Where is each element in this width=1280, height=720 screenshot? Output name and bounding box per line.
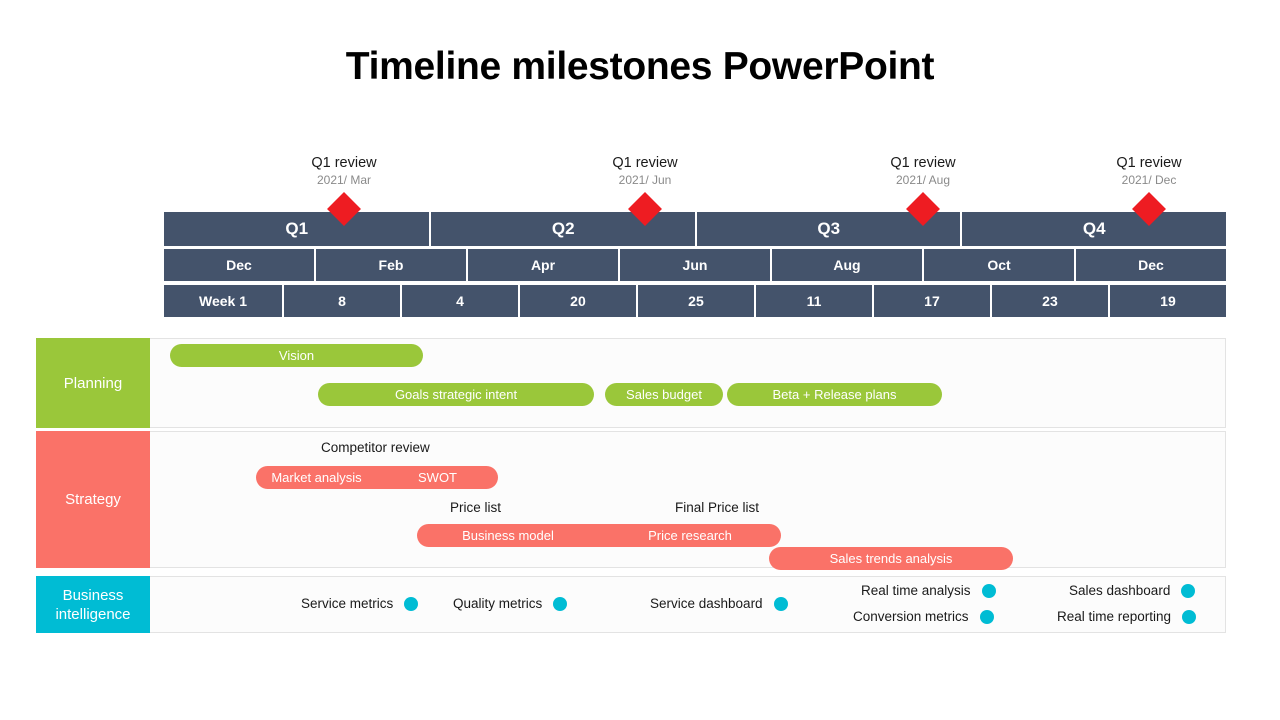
lane-body-planning: Vision Goals strategic intent Sales budget…	[150, 338, 1226, 428]
milestone-callout: Q1 review 2021/ Dec	[1064, 154, 1234, 188]
bi-metric-label: Real time analysis	[861, 583, 971, 598]
weeks-cell: 20	[519, 285, 636, 317]
page-title: Timeline milestones PowerPoint	[345, 45, 935, 88]
milestone-title: Q1 review	[1116, 155, 1182, 171]
months-cell: Apr	[468, 249, 618, 281]
task-bar-label: Sales trends analysis	[829, 551, 953, 566]
bi-metric-label: Sales dashboard	[1069, 583, 1171, 598]
milestone-title: Q1 review	[612, 155, 678, 171]
milestone-callout: Q1 review 2021/ Mar	[259, 154, 429, 188]
weeks-cell: Week 1	[164, 285, 282, 317]
bi-metric-label: Real time reporting	[1057, 609, 1172, 624]
milestone-date: 2021/ Aug	[895, 173, 951, 187]
quarters-cell: Q4	[962, 212, 1226, 246]
bi-metric-label: Conversion metrics	[853, 609, 969, 624]
months-cell: Oct	[924, 249, 1074, 281]
task-bar[interactable]: Goals strategic intent	[318, 383, 594, 406]
bi-dot-icon	[773, 596, 788, 611]
weeks-cell: 11	[755, 285, 872, 317]
task-note: Final Price list	[675, 500, 760, 515]
weeks-cell: 19	[1109, 285, 1226, 317]
milestone-callout: Q1 review 2021/ Aug	[838, 154, 1008, 188]
weeks-cell: 25	[637, 285, 754, 317]
task-bar[interactable]: Market analysis SWOT	[256, 466, 498, 489]
task-bar-label: Business model	[462, 528, 554, 543]
weeks-cell: 8	[283, 285, 400, 317]
milestone-title: Q1 review	[311, 155, 377, 171]
months-cell: Aug	[772, 249, 922, 281]
bi-dot-icon	[979, 609, 994, 624]
task-bar-label: Price research	[648, 528, 732, 543]
task-bar[interactable]: Beta + Release plans	[727, 383, 942, 406]
quarters-cell: Q1	[164, 212, 430, 246]
task-bar-label: Beta + Release plans	[772, 387, 897, 402]
milestone-date: 2021/ Dec	[1121, 173, 1177, 187]
bi-metric-item[interactable]: Service metrics	[301, 596, 419, 611]
milestone-callout: Q1 review 2021/ Jun	[560, 154, 730, 188]
lane-label-line: intelligence	[55, 605, 131, 623]
bi-dot-icon	[404, 596, 419, 611]
weeks-cell: 23	[991, 285, 1108, 317]
task-bar[interactable]: Sales budget	[605, 383, 723, 406]
quarters-cell: Q2	[431, 212, 695, 246]
months-cell: Feb	[316, 249, 466, 281]
bi-dot-icon	[1181, 583, 1196, 598]
task-bar[interactable]: Business model Price research	[417, 524, 781, 547]
lane-label-planning: Planning	[36, 338, 150, 428]
bi-dot-icon	[1182, 609, 1197, 624]
bi-dot-icon	[981, 583, 996, 598]
bi-metric-item[interactable]: Conversion metrics	[853, 609, 994, 624]
milestone-title: Q1 review	[890, 155, 956, 171]
bi-metric-item[interactable]: Real time reporting	[1057, 609, 1197, 624]
lane-planning: Planning Vision Goals strategic intent Sal…	[36, 338, 1226, 428]
bi-metric-item[interactable]: Service dashboard	[650, 596, 788, 611]
task-bar-label: Vision	[278, 348, 315, 363]
week-row: Week 1 8 4 20 25 11 17 23 19	[164, 285, 1226, 317]
lane-label-strategy: Strategy	[36, 431, 150, 568]
lane-body-business-intelligence: Service metrics Quality metrics Service da…	[150, 576, 1226, 633]
bi-dot-icon	[553, 596, 568, 611]
task-bar-label: Market analysis	[271, 470, 362, 485]
task-bar[interactable]: Sales trends analysis	[769, 547, 1013, 570]
months-cell: Jun	[620, 249, 770, 281]
weeks-cell: 4	[401, 285, 518, 317]
slide-canvas: Timeline milestones PowerPoint Q1 review…	[0, 0, 1280, 720]
quarter-row: Q1 Q2 Q3 Q4	[164, 212, 1226, 246]
weeks-cell: 17	[873, 285, 990, 317]
bi-metric-label: Service metrics	[301, 596, 394, 611]
months-cell: Dec	[1076, 249, 1226, 281]
lane-strategy: Strategy Competitor review Price list Fina…	[36, 431, 1226, 570]
bi-metric-item[interactable]: Quality metrics	[453, 596, 568, 611]
lane-body-strategy: Competitor review Price list Final Price l…	[150, 431, 1226, 570]
months-cell: Dec	[164, 249, 314, 281]
bi-metric-item[interactable]: Sales dashboard	[1069, 583, 1196, 598]
month-row: Dec Feb Apr Jun Aug Oct Dec	[164, 249, 1226, 281]
bi-metric-label: Quality metrics	[453, 596, 543, 611]
lane-label-line: Business	[62, 586, 124, 604]
task-bar[interactable]: Vision	[170, 344, 423, 367]
lane-business-intelligence: Business intelligence Service metrics Qual…	[36, 576, 1226, 633]
bi-metric-item[interactable]: Real time analysis	[861, 583, 996, 598]
task-note: Competitor review	[321, 440, 430, 455]
milestone-date: 2021/ Jun	[618, 173, 672, 187]
task-bar-label: SWOT	[418, 470, 457, 485]
milestone-date: 2021/ Mar	[316, 173, 372, 187]
lane-label-business-intelligence: Business intelligence	[36, 576, 150, 633]
bi-metric-label: Service dashboard	[650, 596, 763, 611]
task-bar-label: Goals strategic intent	[394, 387, 518, 402]
task-note: Price list	[450, 500, 502, 515]
task-bar-label: Sales budget	[626, 387, 702, 402]
